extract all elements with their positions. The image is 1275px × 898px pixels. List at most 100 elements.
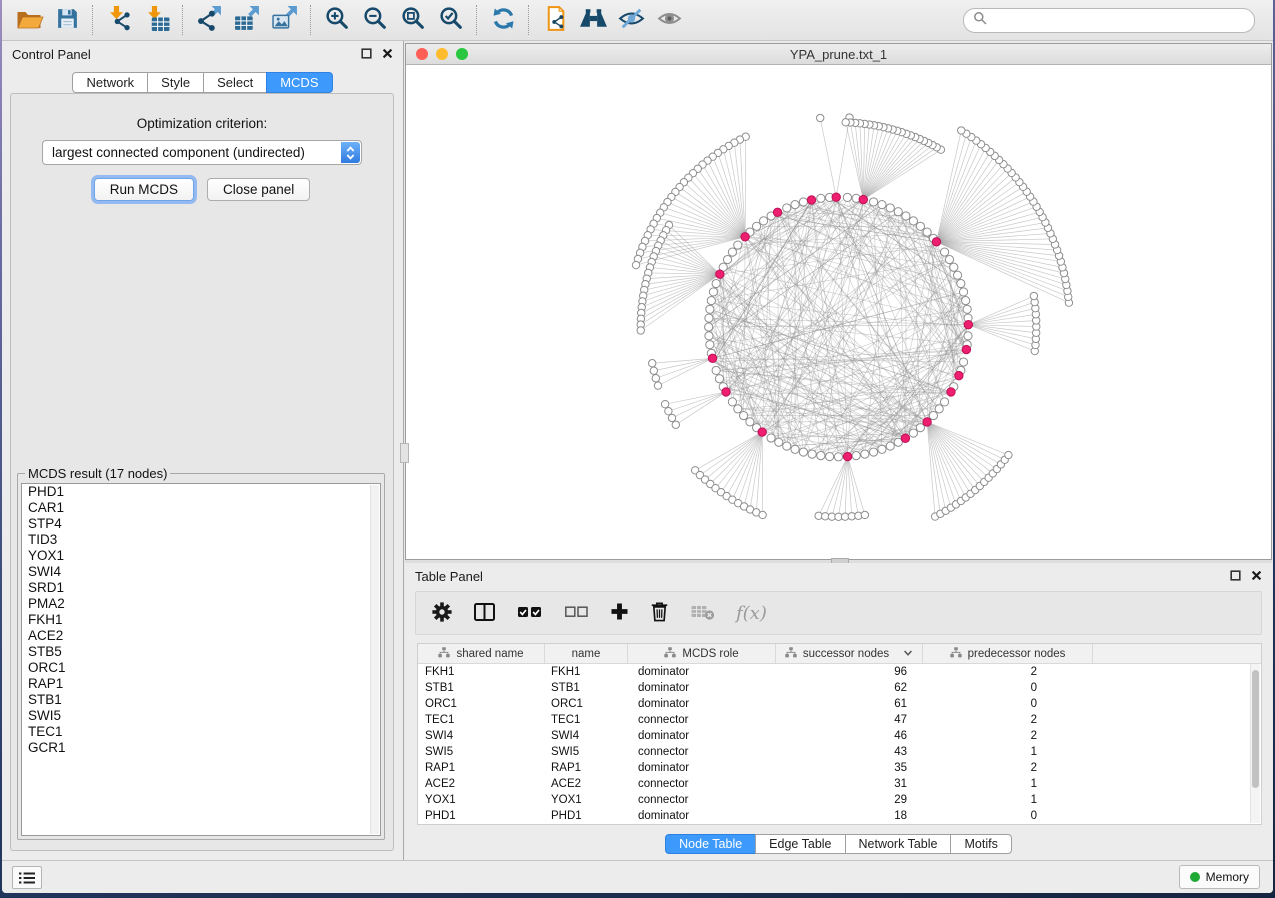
- mcds-result-item[interactable]: RAP1: [22, 676, 380, 692]
- close-panel-button[interactable]: Close panel: [207, 178, 310, 201]
- import-table-button[interactable]: [138, 4, 176, 36]
- zoom-fit-button[interactable]: [394, 4, 432, 36]
- table-scrollbar[interactable]: [1250, 664, 1260, 823]
- show-columns-button[interactable]: [473, 602, 496, 625]
- optimization-criterion-select[interactable]: largest connected component (undirected): [42, 140, 362, 165]
- column-header-MCDS-role[interactable]: MCDS role: [628, 644, 776, 663]
- table-cell-filler: [1093, 728, 1261, 744]
- toolbar-separator: [182, 5, 184, 35]
- window-maximize-icon[interactable]: [456, 48, 468, 60]
- table-scrollbar-thumb[interactable]: [1252, 670, 1259, 788]
- refresh-button[interactable]: [484, 4, 522, 36]
- tab-motifs[interactable]: Motifs: [950, 834, 1011, 854]
- mcds-result-item[interactable]: ORC1: [22, 660, 380, 676]
- mcds-result-item[interactable]: TID3: [22, 532, 380, 548]
- optimization-criterion-label: Optimization criterion:: [11, 116, 393, 131]
- tab-select[interactable]: Select: [203, 72, 267, 93]
- table-cell: STB1: [545, 680, 628, 696]
- close-panel-icon[interactable]: [382, 47, 393, 62]
- table-cell-filler: [1093, 744, 1261, 760]
- mcds-result-item[interactable]: ACE2: [22, 628, 380, 644]
- memory-status-icon: [1190, 872, 1200, 882]
- export-image-button[interactable]: [266, 4, 304, 36]
- table-cell: 61: [776, 696, 923, 712]
- float-panel-icon[interactable]: [1230, 569, 1241, 584]
- table-row[interactable]: RAP1RAP1dominator352: [418, 760, 1261, 776]
- add-column-button[interactable]: [610, 602, 629, 624]
- mcds-result-item[interactable]: SWI4: [22, 564, 380, 580]
- binoculars-button[interactable]: [574, 4, 612, 36]
- zoom-selected-button[interactable]: [432, 4, 470, 36]
- column-header-successor-nodes[interactable]: successor nodes: [776, 644, 923, 663]
- mcds-result-item[interactable]: FKH1: [22, 612, 380, 628]
- table-row[interactable]: SWI5SWI5connector431: [418, 744, 1261, 760]
- table-row[interactable]: ACE2ACE2connector311: [418, 776, 1261, 792]
- mcds-result-item[interactable]: PMA2: [22, 596, 380, 612]
- network-window-titlebar[interactable]: YPA_prune.txt_1: [406, 44, 1271, 65]
- document-share-button[interactable]: [536, 4, 574, 36]
- vertical-splitter-handle[interactable]: [400, 443, 409, 463]
- hide-graphics-details-button[interactable]: [612, 4, 650, 36]
- tab-node-table[interactable]: Node Table: [665, 834, 756, 854]
- show-graphics-details-button[interactable]: [650, 4, 688, 36]
- search-icon: [973, 11, 987, 30]
- select-all-button[interactable]: [517, 604, 543, 623]
- table-row[interactable]: YOX1YOX1connector291: [418, 792, 1261, 808]
- deselect-all-button[interactable]: [564, 604, 589, 623]
- window-close-icon[interactable]: [416, 48, 428, 60]
- delete-column-button[interactable]: [650, 601, 669, 625]
- tab-edge-table[interactable]: Edge Table: [755, 834, 845, 854]
- table-row[interactable]: FKH1FKH1dominator962: [418, 664, 1261, 680]
- table-cell-filler: [1093, 760, 1261, 776]
- save-session-button[interactable]: [48, 4, 86, 36]
- mcds-result-item[interactable]: YOX1: [22, 548, 380, 564]
- search-box[interactable]: [963, 8, 1255, 33]
- automation-panel-button[interactable]: [12, 866, 42, 889]
- import-network-button[interactable]: [100, 4, 138, 36]
- table-cell: SWI5: [418, 744, 545, 760]
- table-row[interactable]: STB1STB1dominator620: [418, 680, 1261, 696]
- sort-desc-icon: [903, 648, 913, 660]
- memory-button[interactable]: Memory: [1179, 865, 1260, 889]
- mcds-result-item[interactable]: SWI5: [22, 708, 380, 724]
- mcds-result-item[interactable]: STB1: [22, 692, 380, 708]
- column-header-shared-name[interactable]: shared name: [418, 644, 545, 663]
- mcds-result-item[interactable]: SRD1: [22, 580, 380, 596]
- mcds-result-item[interactable]: STP4: [22, 516, 380, 532]
- hide-graphics-details-icon: [617, 6, 646, 34]
- mcds-result-item[interactable]: PHD1: [22, 484, 380, 500]
- tab-network-table[interactable]: Network Table: [845, 834, 952, 854]
- table-row[interactable]: PHD1PHD1dominator180: [418, 808, 1261, 824]
- table-row[interactable]: SWI4SWI4dominator462: [418, 728, 1261, 744]
- mcds-result-item[interactable]: STB5: [22, 644, 380, 660]
- table-cell: 1: [923, 744, 1093, 760]
- tab-network[interactable]: Network: [72, 72, 148, 93]
- export-network-button[interactable]: [190, 4, 228, 36]
- column-header-name[interactable]: name: [545, 644, 628, 663]
- window-minimize-icon[interactable]: [436, 48, 448, 60]
- export-table-button[interactable]: [228, 4, 266, 36]
- mcds-result-item[interactable]: GCR1: [22, 740, 380, 756]
- table-row[interactable]: TEC1TEC1connector472: [418, 712, 1261, 728]
- open-file-button[interactable]: [10, 4, 48, 36]
- table-cell: dominator: [628, 696, 776, 712]
- column-header-predecessor-nodes[interactable]: predecessor nodes: [923, 644, 1093, 663]
- table-cell: 62: [776, 680, 923, 696]
- mcds-result-item[interactable]: CAR1: [22, 500, 380, 516]
- run-mcds-button[interactable]: Run MCDS: [94, 178, 194, 201]
- mcds-list-scrollbar[interactable]: [370, 485, 379, 834]
- search-input[interactable]: [992, 12, 1245, 29]
- table-row[interactable]: ORC1ORC1dominator610: [418, 696, 1261, 712]
- tab-mcds[interactable]: MCDS: [266, 72, 332, 93]
- mcds-result-list[interactable]: PHD1CAR1STP4TID3YOX1SWI4SRD1PMA2FKH1ACE2…: [21, 483, 381, 836]
- zoom-out-button[interactable]: [356, 4, 394, 36]
- table-cell-filler: [1093, 792, 1261, 808]
- table-cell: connector: [628, 712, 776, 728]
- column-settings-button[interactable]: [432, 602, 452, 625]
- zoom-in-button[interactable]: [318, 4, 356, 36]
- close-panel-icon[interactable]: [1251, 569, 1262, 584]
- float-panel-icon[interactable]: [361, 47, 372, 62]
- tab-style[interactable]: Style: [147, 72, 204, 93]
- mcds-result-item[interactable]: TEC1: [22, 724, 380, 740]
- network-canvas[interactable]: [406, 65, 1271, 560]
